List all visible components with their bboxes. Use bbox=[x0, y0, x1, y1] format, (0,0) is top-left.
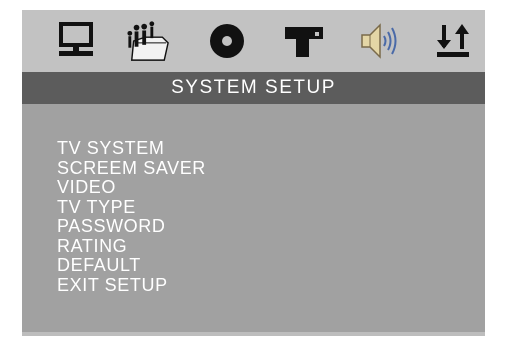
people-folder-icon[interactable] bbox=[126, 18, 170, 64]
volume-icon[interactable] bbox=[358, 18, 402, 64]
up-down-arrows-icon[interactable] bbox=[432, 18, 476, 64]
setup-menu: TV SYSTEM SCREEM SAVER VIDEO TV TYPE PAS… bbox=[57, 138, 206, 296]
menu-item-exit-setup[interactable]: EXIT SETUP bbox=[57, 275, 206, 296]
menu-item-tv-type[interactable]: TV TYPE bbox=[57, 197, 206, 218]
menu-item-default[interactable]: DEFAULT bbox=[57, 255, 206, 276]
menu-item-tv-system[interactable]: TV SYSTEM bbox=[57, 138, 206, 159]
title-bar: SYSTEM SETUP bbox=[22, 72, 485, 104]
menu-item-screen-saver[interactable]: SCREEM SAVER bbox=[57, 158, 206, 179]
menu-item-password[interactable]: PASSWORD bbox=[57, 216, 206, 237]
speaker-box-icon[interactable] bbox=[282, 18, 326, 64]
setup-screen: SYSTEM SETUP TV SYSTEM SCREEM SAVER VIDE… bbox=[22, 10, 485, 336]
icon-bar bbox=[22, 10, 485, 72]
menu-item-video[interactable]: VIDEO bbox=[57, 177, 206, 198]
bottom-strip bbox=[22, 332, 485, 336]
monitor-icon[interactable] bbox=[54, 18, 98, 64]
page-title: SYSTEM SETUP bbox=[171, 77, 336, 98]
menu-item-rating[interactable]: RATING bbox=[57, 236, 206, 257]
disc-icon[interactable] bbox=[205, 18, 249, 64]
